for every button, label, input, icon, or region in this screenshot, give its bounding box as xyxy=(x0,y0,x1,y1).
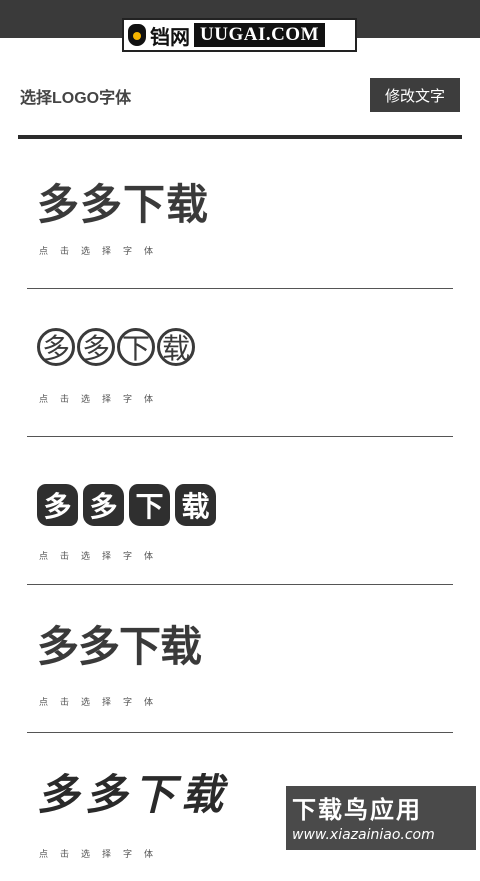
logo-text-cn: 铛网 xyxy=(150,24,190,49)
font-preview-char: 多 xyxy=(83,484,124,526)
font-preview: 多多下载 xyxy=(37,622,202,670)
page-title: 选择LOGO字体 xyxy=(20,90,132,107)
font-caption: 点击选择字体 xyxy=(39,850,166,860)
divider xyxy=(18,135,462,139)
font-preview-char: 下 xyxy=(129,484,170,526)
font-preview-char: 下 xyxy=(117,328,155,366)
watermark: 下载鸟应用 www.xiazainiao.com xyxy=(286,786,476,850)
edit-text-button[interactable]: 修改文字 xyxy=(370,78,460,112)
font-preview-char: 载 xyxy=(157,328,195,366)
logo-shield-icon xyxy=(128,24,146,46)
logo-text-en: UUGAI.COM xyxy=(194,23,326,47)
font-preview: 多多下载 xyxy=(37,179,210,229)
font-preview-char: 多 xyxy=(77,328,115,366)
watermark-url: www.xiazainiao.com xyxy=(292,827,435,843)
font-preview: 多 多 下 载 xyxy=(37,317,195,377)
font-preview: 多 多 下 载 xyxy=(37,475,216,535)
font-preview-char: 多 xyxy=(37,484,78,526)
font-option-circled[interactable]: 多 多 下 载 点击选择字体 xyxy=(27,289,453,437)
font-preview-char: 载 xyxy=(175,484,216,526)
site-logo[interactable]: 铛网 UUGAI.COM xyxy=(122,18,357,52)
font-caption: 点击选择字体 xyxy=(39,395,166,405)
font-caption: 点击选择字体 xyxy=(39,552,166,562)
font-preview-char: 多 xyxy=(37,328,75,366)
font-caption: 点击选择字体 xyxy=(39,698,166,708)
font-caption: 点击选择字体 xyxy=(39,247,166,257)
font-option-heavy-serif[interactable]: 多多下载 点击选择字体 xyxy=(27,141,453,289)
header-row: 选择LOGO字体 修改文字 xyxy=(20,78,460,112)
watermark-title: 下载鸟应用 xyxy=(292,796,422,824)
font-option-geometric[interactable]: 多多下载 点击选择字体 xyxy=(27,585,453,733)
font-option-stamp[interactable]: 多 多 下 载 点击选择字体 xyxy=(27,437,453,585)
font-preview: 多多下载 xyxy=(37,769,230,819)
